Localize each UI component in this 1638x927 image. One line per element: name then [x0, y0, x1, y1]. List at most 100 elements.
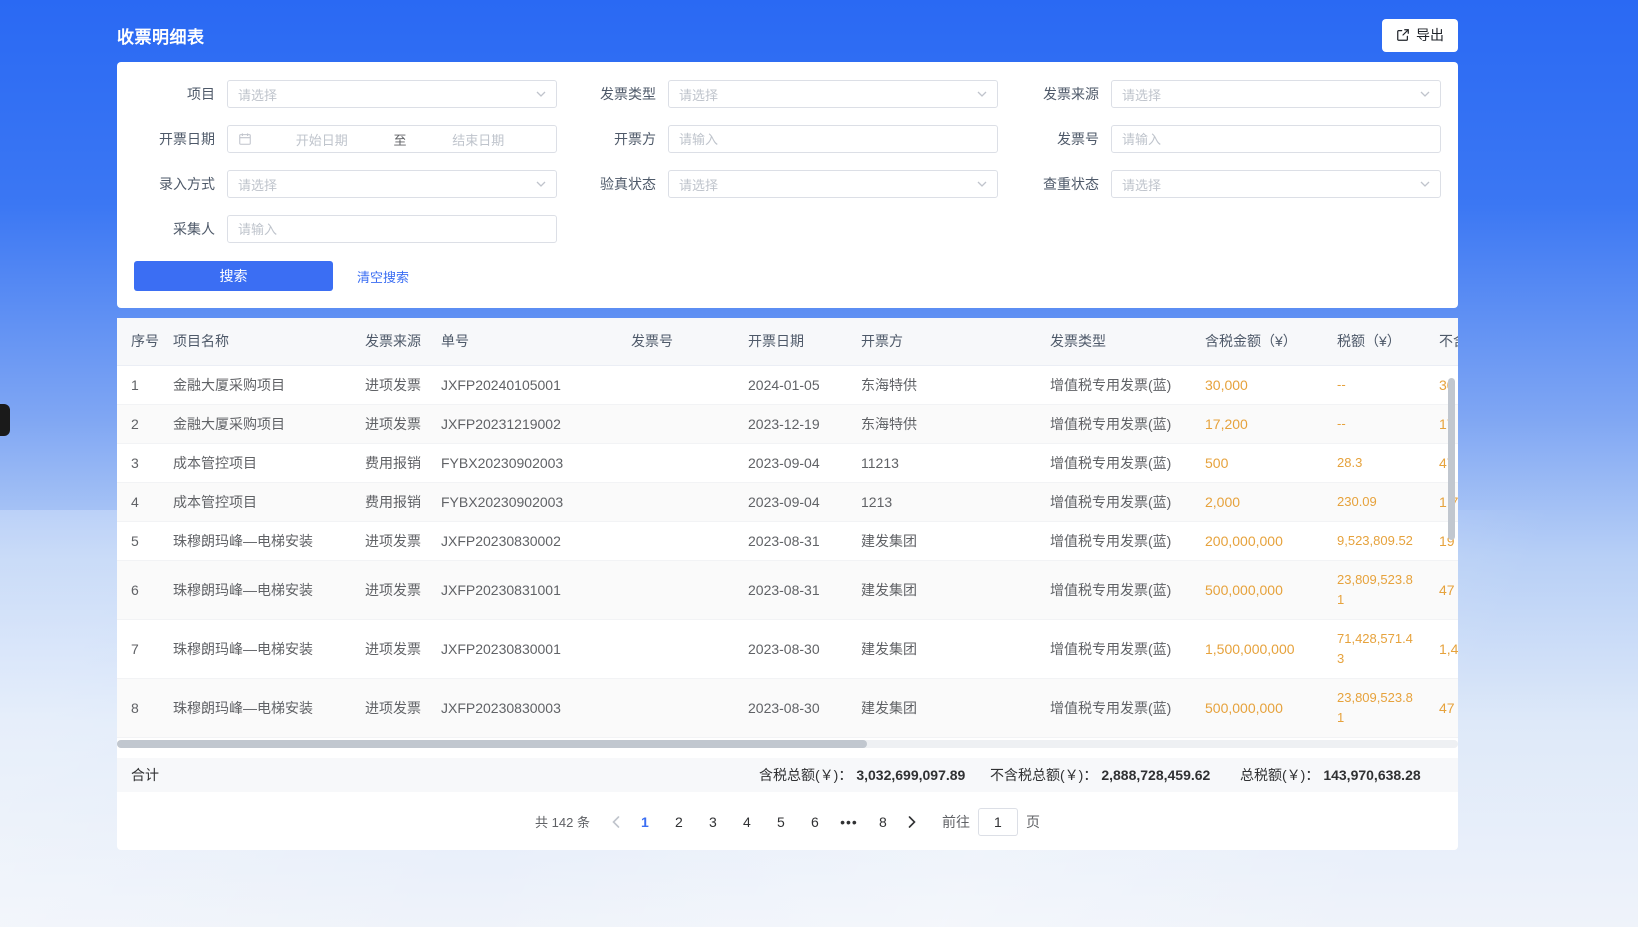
- cell-amount-incl: 1,500,000,000: [1193, 619, 1327, 678]
- filter-invoice-type: 发票类型 请选择: [558, 80, 1001, 108]
- cell-invoice-no: [619, 404, 736, 443]
- filter-dedup-status: 查重状态 请选择: [1001, 170, 1458, 198]
- cell-amount-incl: 500: [1193, 443, 1327, 482]
- invoice-no-input[interactable]: [1111, 125, 1441, 153]
- cell-amount-incl: 17,200: [1193, 404, 1327, 443]
- cell-type: 增值税专用发票(蓝): [1038, 560, 1193, 619]
- next-page-button[interactable]: [900, 808, 924, 836]
- cell-type: 增值税专用发票(蓝): [1038, 404, 1193, 443]
- cell-amount-excl: 47: [1427, 560, 1458, 619]
- pager-page-3[interactable]: 3: [698, 808, 728, 836]
- pager-ellipsis[interactable]: •••: [834, 808, 864, 836]
- filter-actions: 搜索 清空搜索: [117, 261, 1458, 291]
- table-header-row: 序号 项目名称 发票来源 单号 发票号 开票日期 开票方 发票类型 含税金额（¥…: [117, 318, 1458, 365]
- cell-invoice-no: [619, 560, 736, 619]
- pager-page-5[interactable]: 5: [766, 808, 796, 836]
- dedup-status-select[interactable]: 请选择: [1111, 170, 1441, 198]
- cell-amount-incl: 30,000: [1193, 365, 1327, 404]
- dedup-status-label: 查重状态: [1001, 174, 1111, 194]
- cell-project: 珠穆朗玛峰—电梯安装: [161, 678, 353, 737]
- cell-seq: 1: [117, 365, 161, 404]
- search-button[interactable]: 搜索: [134, 261, 333, 291]
- pager-page-1[interactable]: 1: [630, 808, 660, 836]
- verify-status-select[interactable]: 请选择: [668, 170, 998, 198]
- cell-type: 增值税专用发票(蓝): [1038, 619, 1193, 678]
- cell-issuer: 建发集团: [849, 619, 1038, 678]
- invoice-source-select[interactable]: 请选择: [1111, 80, 1441, 108]
- table-row: 1 金融大厦采购项目 进项发票 JXFP20240105001 2024-01-…: [117, 365, 1458, 404]
- col-header-issuer: 开票方: [849, 318, 1038, 365]
- col-header-type: 发票类型: [1038, 318, 1193, 365]
- vertical-scrollbar[interactable]: [1448, 378, 1455, 540]
- invoice-date-range-picker[interactable]: 开始日期 至 结束日期: [227, 125, 557, 153]
- cell-type: 增值税专用发票(蓝): [1038, 678, 1193, 737]
- goto-page-input[interactable]: [978, 808, 1018, 836]
- cell-amount-incl: 500,000,000: [1193, 678, 1327, 737]
- cell-type: 增值税专用发票(蓝): [1038, 521, 1193, 560]
- prev-page-button[interactable]: [604, 808, 628, 836]
- cell-invoice-no: [619, 482, 736, 521]
- entry-method-select[interactable]: 请选择: [227, 170, 557, 198]
- clear-search-link[interactable]: 清空搜索: [357, 267, 409, 286]
- summary-row: 合计 含税总额(￥)： 3,032,699,097.89 不含税总额(￥)： 2…: [117, 758, 1458, 792]
- filter-project: 项目 请选择: [117, 80, 558, 108]
- cell-invoice-no: [619, 619, 736, 678]
- cell-amount-incl: 500,000,000: [1193, 560, 1327, 619]
- chevron-left-icon: [612, 816, 620, 828]
- project-select[interactable]: 请选择: [227, 80, 557, 108]
- cell-project: 珠穆朗玛峰—电梯安装: [161, 560, 353, 619]
- cell-project: 金融大厦采购项目: [161, 404, 353, 443]
- cell-issuer: 建发集团: [849, 560, 1038, 619]
- chevron-down-icon: [1420, 181, 1430, 187]
- invoice-type-select[interactable]: 请选择: [668, 80, 998, 108]
- entry-method-select-placeholder: 请选择: [238, 175, 536, 194]
- issuer-input[interactable]: [668, 125, 998, 153]
- cell-doc-no: JXFP20230830001: [429, 619, 619, 678]
- horizontal-scrollbar-thumb[interactable]: [117, 740, 867, 748]
- pager-page-8[interactable]: 8: [868, 808, 898, 836]
- cell-date: 2023-12-19: [736, 404, 849, 443]
- invoice-detail-page: 收票明细表 导出 项目 请选择: [117, 0, 1458, 850]
- filter-invoice-no: 发票号: [1001, 125, 1458, 153]
- filter-entry-method: 录入方式 请选择: [117, 170, 558, 198]
- cell-source: 进项发票: [353, 521, 429, 560]
- cell-seq: 3: [117, 443, 161, 482]
- date-separator: 至: [390, 130, 411, 149]
- cell-project: 成本管控项目: [161, 443, 353, 482]
- cell-issuer: 建发集团: [849, 521, 1038, 560]
- summary-tax-excluded-value: 2,888,728,459.62: [1101, 767, 1210, 783]
- horizontal-scrollbar[interactable]: [117, 740, 1458, 748]
- chevron-down-icon: [536, 181, 546, 187]
- filter-verify-status: 验真状态 请选择: [558, 170, 1001, 198]
- cell-tax: 28.3: [1327, 443, 1427, 482]
- cell-tax: 9,523,809.52: [1327, 521, 1427, 560]
- table-row: 5 珠穆朗玛峰—电梯安装 进项发票 JXFP20230830002 2023-0…: [117, 521, 1458, 560]
- pager-page-4[interactable]: 4: [732, 808, 762, 836]
- entry-method-label: 录入方式: [117, 174, 227, 194]
- cell-source: 费用报销: [353, 443, 429, 482]
- cell-doc-no: FYBX20230902003: [429, 443, 619, 482]
- col-header-amount-incl: 含税金额（¥）: [1193, 318, 1327, 365]
- cell-doc-no: JXFP20231219002: [429, 404, 619, 443]
- cell-seq: 6: [117, 560, 161, 619]
- dedup-status-select-placeholder: 请选择: [1122, 175, 1420, 194]
- cell-tax: 71,428,571.43: [1327, 619, 1427, 678]
- collector-input[interactable]: [227, 215, 557, 243]
- pager-page-2[interactable]: 2: [664, 808, 694, 836]
- pager-page-6[interactable]: 6: [800, 808, 830, 836]
- drawer-handle[interactable]: [0, 404, 10, 436]
- cell-date: 2023-08-31: [736, 560, 849, 619]
- cell-source: 进项发票: [353, 560, 429, 619]
- cell-seq: 8: [117, 678, 161, 737]
- cell-source: 进项发票: [353, 404, 429, 443]
- col-header-tax: 税额（¥）: [1327, 318, 1427, 365]
- cell-invoice-no: [619, 521, 736, 560]
- export-button[interactable]: 导出: [1382, 19, 1458, 52]
- start-date-placeholder: 开始日期: [254, 130, 390, 149]
- col-header-amount-excl: 不含: [1427, 318, 1458, 365]
- cell-tax: --: [1327, 365, 1427, 404]
- cell-type: 增值税专用发票(蓝): [1038, 365, 1193, 404]
- cell-seq: 2: [117, 404, 161, 443]
- issuer-label: 开票方: [558, 129, 668, 149]
- goto-unit-label: 页: [1026, 812, 1040, 832]
